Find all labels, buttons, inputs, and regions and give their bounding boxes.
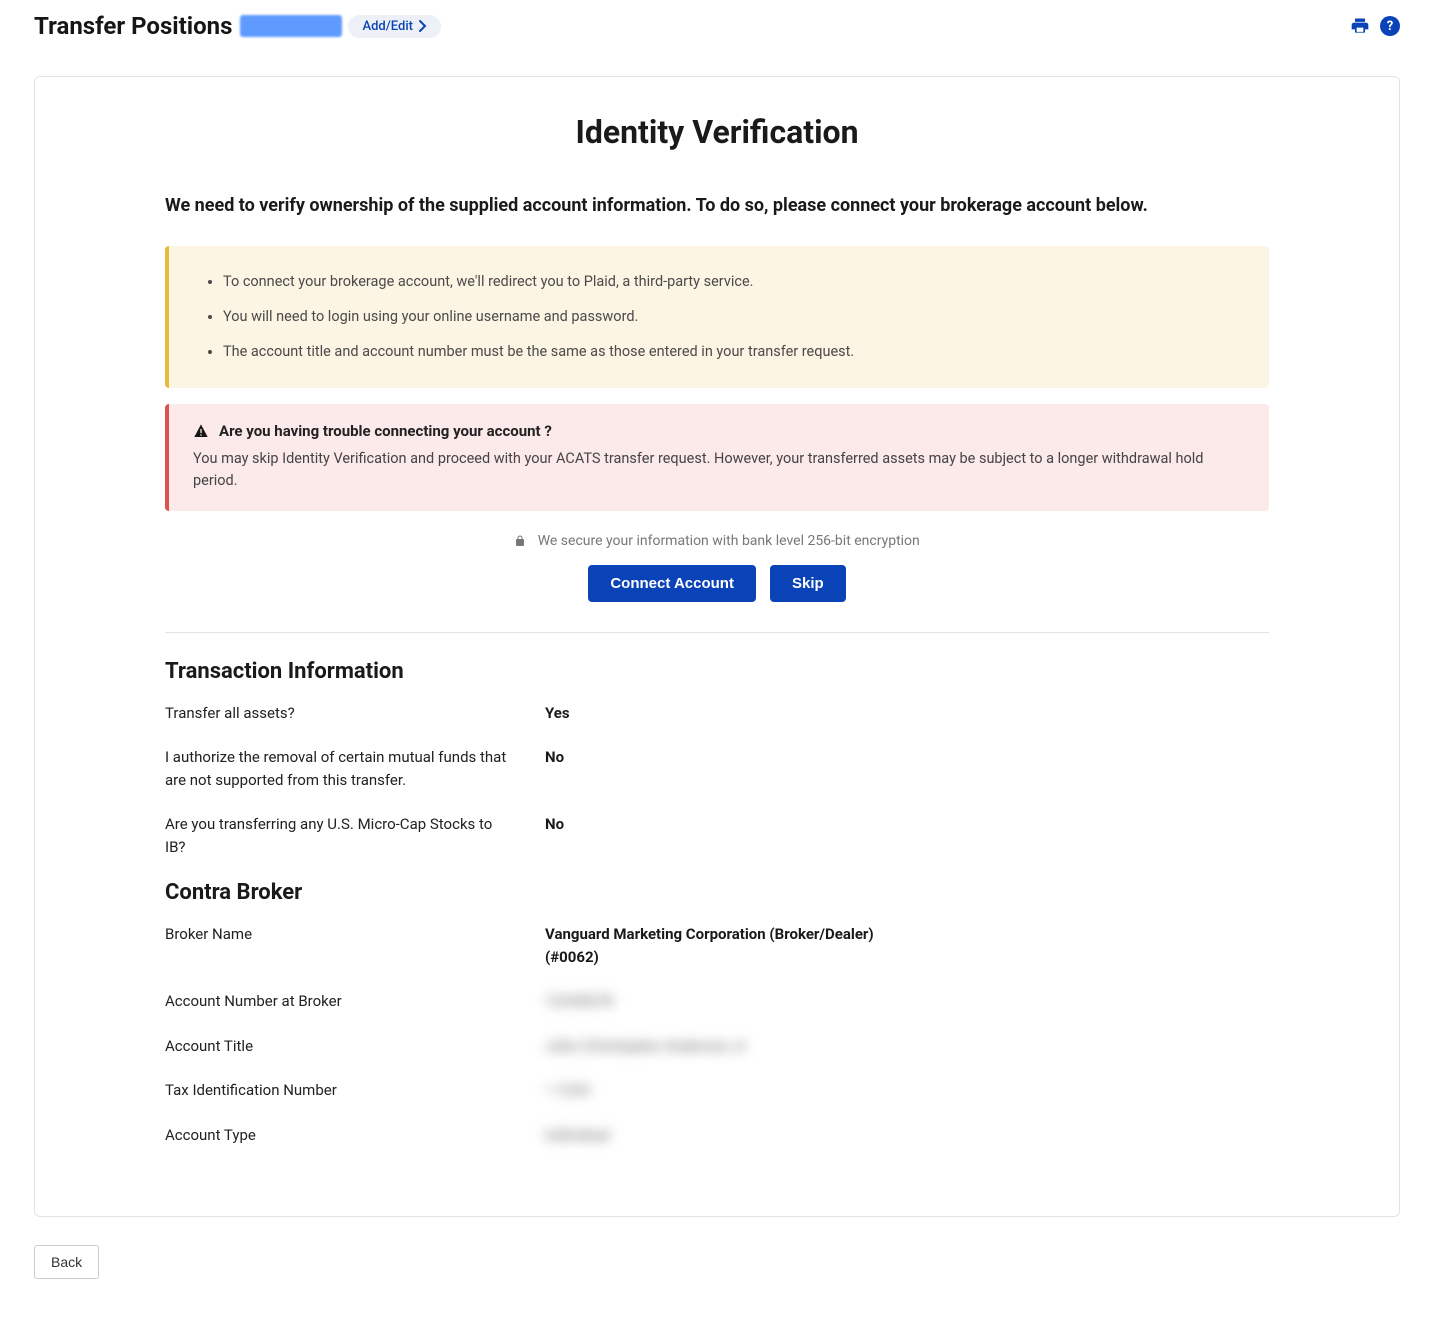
kv-label: Are you transferring any U.S. Micro-Cap … [165,813,545,858]
table-row: Tax Identification Number •-1234 [165,1079,1269,1102]
section-heading: Identity Verification [165,113,1269,151]
skip-button[interactable]: Skip [770,565,846,602]
connect-account-button[interactable]: Connect Account [588,565,756,602]
kv-label: Broker Name [165,923,545,946]
table-row: Account Number at Broker 12345678 [165,990,1269,1013]
info-callout: To connect your brokerage account, we'll… [165,246,1269,388]
info-point: You will need to login using your online… [223,299,1245,334]
info-point: The account title and account number mus… [223,334,1245,369]
kv-value: No [545,746,564,769]
secure-line: We secure your information with bank lev… [165,533,1269,549]
trouble-callout: Are you having trouble connecting your a… [165,404,1269,511]
print-button[interactable] [1350,16,1370,36]
trouble-body: You may skip Identity Verification and p… [193,448,1245,493]
account-id-redacted [240,15,342,37]
kv-value: Yes [545,702,570,725]
question-icon: ? [1387,19,1393,34]
kv-value: Vanguard Marketing Corporation (Broker/D… [545,923,915,968]
warning-icon [193,423,209,439]
print-icon [1350,16,1370,36]
secure-text: We secure your information with bank lev… [538,533,920,549]
kv-label: I authorize the removal of certain mutua… [165,746,545,791]
table-row: Transfer all assets? Yes [165,702,1269,725]
table-row: Account Type Individual [165,1124,1269,1147]
lock-icon [514,534,526,548]
kv-value: No [545,813,564,836]
back-button[interactable]: Back [34,1245,99,1279]
kv-label: Account Number at Broker [165,990,545,1013]
main-card: Identity Verification We need to verify … [34,76,1400,1217]
kv-label: Transfer all assets? [165,702,545,725]
contra-broker-title: Contra Broker [165,880,1269,905]
kv-value-redacted: 12345678 [545,990,613,1013]
kv-label: Account Title [165,1035,545,1058]
page-title: Transfer Positions [34,12,232,40]
help-button[interactable]: ? [1380,16,1400,36]
kv-value-redacted: John Christopher Anderson Jr [545,1035,746,1058]
add-edit-button[interactable]: Add/Edit [348,15,441,38]
trouble-title: Are you having trouble connecting your a… [219,422,552,440]
table-row: I authorize the removal of certain mutua… [165,746,1269,791]
kv-value-redacted: •-1234 [545,1079,589,1102]
divider [165,632,1269,633]
header-bar: Transfer Positions Add/Edit ? [0,0,1434,52]
chevron-right-icon [419,20,427,32]
table-row: Broker Name Vanguard Marketing Corporati… [165,923,1269,968]
verification-subheading: We need to verify ownership of the suppl… [165,195,1269,216]
kv-label: Account Type [165,1124,545,1147]
table-row: Are you transferring any U.S. Micro-Cap … [165,813,1269,858]
add-edit-label: Add/Edit [362,19,413,34]
info-point: To connect your brokerage account, we'll… [223,264,1245,299]
transaction-info-title: Transaction Information [165,659,1269,684]
table-row: Account Title John Christopher Anderson … [165,1035,1269,1058]
kv-value-redacted: Individual [545,1124,610,1147]
kv-label: Tax Identification Number [165,1079,545,1102]
